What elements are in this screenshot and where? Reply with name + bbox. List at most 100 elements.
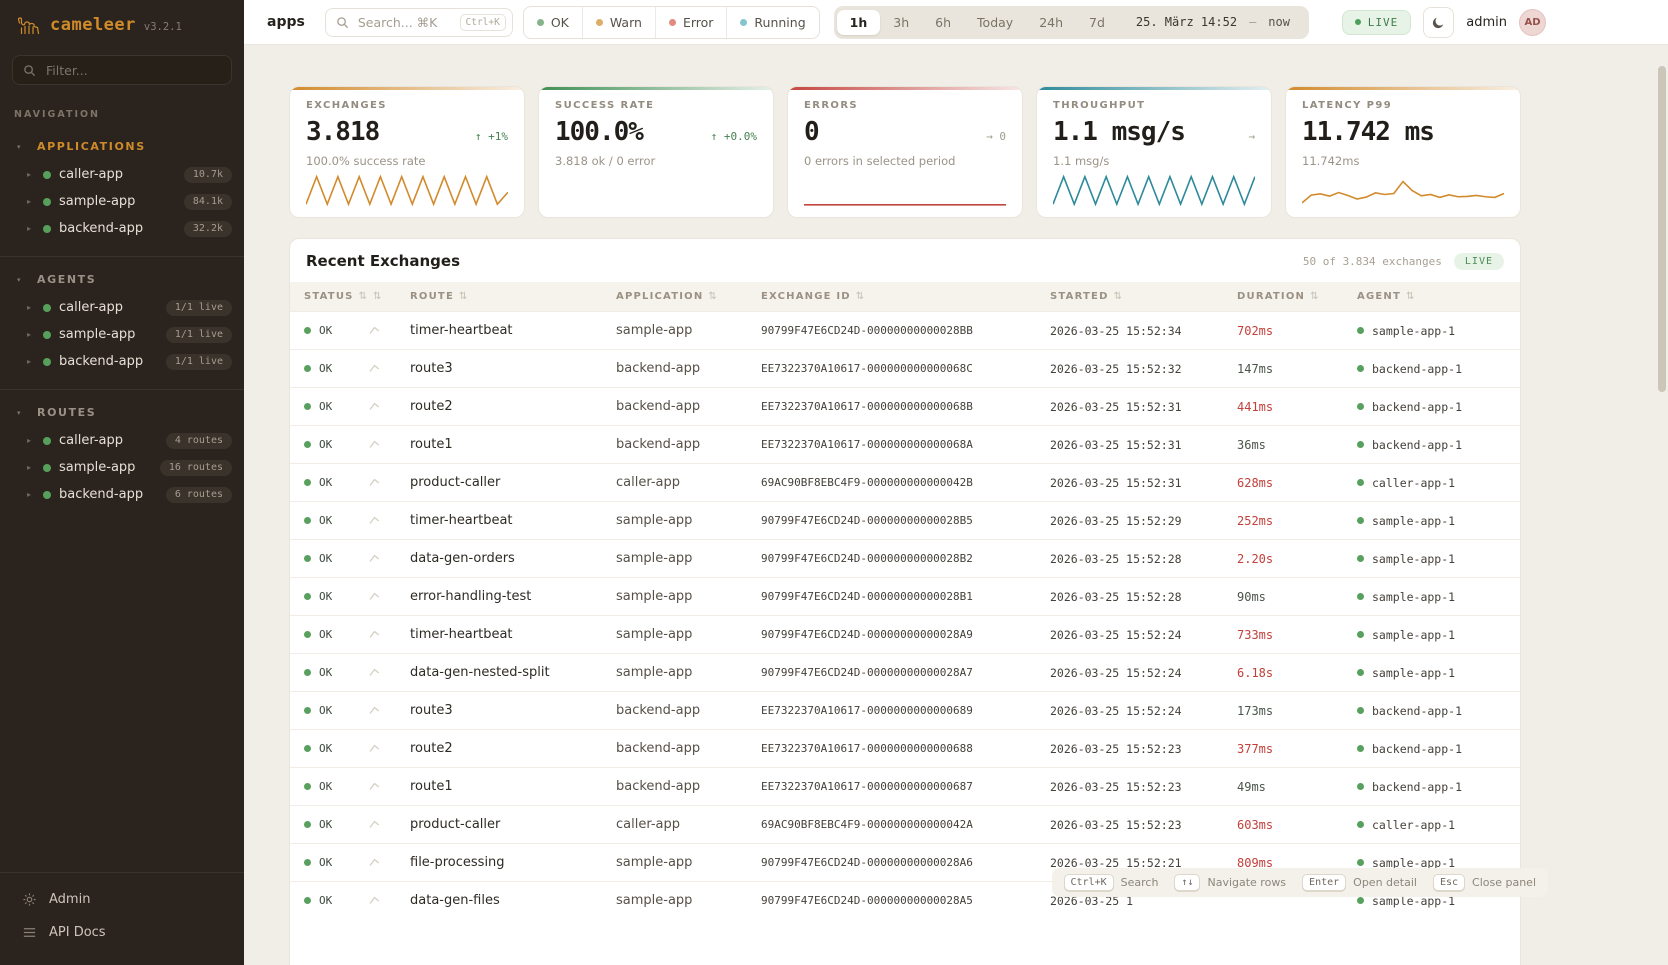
table-row[interactable]: OK route2 backend-app EE7322370A10617-00… [290, 730, 1520, 768]
trace-icon[interactable] [368, 399, 381, 412]
filter-chip-error[interactable]: Error [655, 7, 726, 38]
sidebar-section-header-applications[interactable]: ▾ APPLICATIONS [0, 134, 244, 161]
status-label: OK [319, 628, 332, 641]
trace-icon[interactable] [368, 475, 381, 488]
sidebar: cameleer v3.2.1 NAVIGATION ▾ APPLICATION… [0, 0, 244, 965]
time-range-7d[interactable]: 7d [1076, 10, 1118, 35]
agent-status-dot [1357, 707, 1364, 714]
sidebar-item-applications-caller-app[interactable]: ▸ caller-app 10.7k [0, 161, 244, 188]
agent-status-dot [1357, 327, 1364, 334]
filter-chip-ok[interactable]: OK [524, 7, 582, 38]
avatar[interactable]: AD [1519, 9, 1546, 36]
application-cell: sample-app [616, 654, 761, 692]
search-input[interactable] [356, 14, 453, 31]
table-row[interactable]: OK route3 backend-app EE7322370A10617-00… [290, 692, 1520, 730]
theme-toggle-button[interactable] [1423, 7, 1454, 38]
column-header-status[interactable]: STATUS⇅ [290, 282, 368, 312]
dashboard-content: EXCHANGES 3.818 ↑ +1% 100.0% success rat… [244, 45, 1668, 965]
column-header-exchange-id[interactable]: EXCHANGE ID⇅ [761, 282, 1050, 312]
table-row[interactable]: OK error-handling-test sample-app 90799F… [290, 578, 1520, 616]
time-range-3h[interactable]: 3h [880, 10, 922, 35]
column-header-route[interactable]: ROUTE⇅ [410, 282, 616, 312]
chevron-down-icon: ▾ [17, 143, 37, 151]
trace-icon[interactable] [368, 665, 381, 678]
trace-icon[interactable] [368, 855, 381, 868]
table-row[interactable]: OK timer-heartbeat sample-app 90799F47E6… [290, 312, 1520, 350]
table-row[interactable]: OK product-caller caller-app 69AC90BF8EB… [290, 464, 1520, 502]
card-subtitle: 0 errors in selected period [804, 154, 1006, 168]
app-root: cameleer v3.2.1 NAVIGATION ▾ APPLICATION… [0, 0, 1668, 965]
duration-cell: 147ms [1237, 350, 1357, 388]
sidebar-item-applications-sample-app[interactable]: ▸ sample-app 84.1k [0, 188, 244, 215]
table-row[interactable]: OK route1 backend-app EE7322370A10617-00… [290, 426, 1520, 464]
table-row[interactable]: OK data-gen-nested-split sample-app 9079… [290, 654, 1520, 692]
sparkline [306, 172, 508, 208]
table-row[interactable]: OK route2 backend-app EE7322370A10617-00… [290, 388, 1520, 426]
table-row[interactable]: OK route3 backend-app EE7322370A10617-00… [290, 350, 1520, 388]
card-accent-bar [290, 87, 524, 90]
table-body: OK timer-heartbeat sample-app 90799F47E6… [290, 312, 1520, 920]
sidebar-footer-api-docs[interactable]: API Docs [0, 916, 244, 949]
sidebar-item-routes-caller-app[interactable]: ▸ caller-app 4 routes [0, 427, 244, 454]
column-header-trace[interactable]: ⇅ [368, 282, 410, 312]
shortcut-hint: Esc Close panel [1433, 874, 1536, 891]
agent-label: backend-app-1 [1372, 742, 1462, 756]
table-row[interactable]: OK timer-heartbeat sample-app 90799F47E6… [290, 616, 1520, 654]
sidebar-section-header-routes[interactable]: ▾ ROUTES [0, 400, 244, 427]
exchange-id-cell: EE7322370A10617-000000000000068C [761, 350, 1050, 388]
trace-icon[interactable] [368, 513, 381, 526]
time-range-1h[interactable]: 1h [837, 10, 881, 35]
sidebar-item-agents-backend-app[interactable]: ▸ backend-app 1/1 live [0, 348, 244, 375]
filter-chip-warn[interactable]: Warn [582, 7, 655, 38]
live-badge[interactable]: LIVE [1342, 10, 1412, 35]
card-label: EXCHANGES [306, 100, 508, 111]
page-scrollbar[interactable] [1658, 44, 1666, 965]
trace-icon[interactable] [368, 551, 381, 564]
sidebar-item-badge: 84.1k [184, 194, 232, 210]
sidebar-filter-input[interactable] [44, 62, 221, 79]
sidebar-item-applications-backend-app[interactable]: ▸ backend-app 32.2k [0, 215, 244, 242]
agent-label: backend-app-1 [1372, 780, 1462, 794]
trace-icon[interactable] [368, 437, 381, 450]
trace-icon[interactable] [368, 589, 381, 602]
agent-label: caller-app-1 [1372, 476, 1455, 490]
trace-icon[interactable] [368, 893, 381, 906]
column-header-duration[interactable]: DURATION⇅ [1237, 282, 1357, 312]
date-to: now [1268, 15, 1290, 29]
search-icon [336, 16, 349, 29]
status-ok-dot [304, 479, 311, 486]
trace-icon[interactable] [368, 627, 381, 640]
sidebar-footer-admin[interactable]: Admin [0, 883, 244, 916]
stat-card-errors: ERRORS 0 → 0 0 errors in selected period [787, 86, 1023, 218]
trace-icon[interactable] [368, 323, 381, 336]
status-ok-dot [304, 593, 311, 600]
table-row[interactable]: OK data-gen-orders sample-app 90799F47E6… [290, 540, 1520, 578]
sidebar-item-routes-backend-app[interactable]: ▸ backend-app 6 routes [0, 481, 244, 508]
table-header-bar: Recent Exchanges 50 of 3.834 exchanges L… [290, 239, 1520, 282]
trace-icon[interactable] [368, 779, 381, 792]
table-row[interactable]: OK product-caller caller-app 69AC90BF8EB… [290, 806, 1520, 844]
table-row[interactable]: OK timer-heartbeat sample-app 90799F47E6… [290, 502, 1520, 540]
column-header-started[interactable]: STARTED⇅ [1050, 282, 1237, 312]
trace-icon[interactable] [368, 361, 381, 374]
time-range-today[interactable]: Today [964, 10, 1026, 35]
sidebar-item-agents-sample-app[interactable]: ▸ sample-app 1/1 live [0, 321, 244, 348]
status-dot [43, 304, 51, 312]
sidebar-item-routes-sample-app[interactable]: ▸ sample-app 16 routes [0, 454, 244, 481]
exchange-id-cell: 90799F47E6CD24D-00000000000028A6 [761, 844, 1050, 882]
started-cell: 2026-03-25 15:52:31 [1050, 388, 1237, 426]
scrollbar-thumb[interactable] [1658, 66, 1666, 392]
time-range-24h[interactable]: 24h [1026, 10, 1076, 35]
sidebar-section-header-agents[interactable]: ▾ AGENTS [0, 267, 244, 294]
time-range-6h[interactable]: 6h [922, 10, 964, 35]
column-header-application[interactable]: APPLICATION⇅ [616, 282, 761, 312]
filter-chip-running[interactable]: Running [726, 7, 818, 38]
trace-icon[interactable] [368, 817, 381, 830]
trace-icon[interactable] [368, 703, 381, 716]
trace-icon[interactable] [368, 741, 381, 754]
agent-label: sample-app-1 [1372, 628, 1455, 642]
card-delta: ↑ +1% [475, 130, 508, 143]
table-row[interactable]: OK route1 backend-app EE7322370A10617-00… [290, 768, 1520, 806]
sidebar-item-agents-caller-app[interactable]: ▸ caller-app 1/1 live [0, 294, 244, 321]
column-header-agent[interactable]: AGENT⇅ [1357, 282, 1520, 312]
